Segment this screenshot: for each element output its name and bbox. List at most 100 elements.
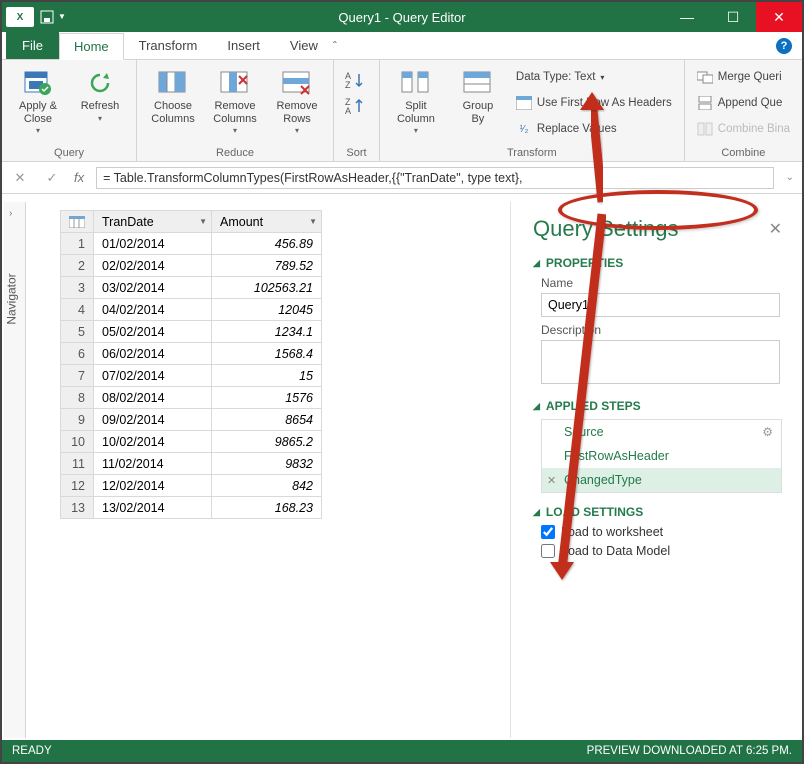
load-settings-header[interactable]: ◢ LOAD SETTINGS: [533, 505, 782, 519]
data-type-dropdown[interactable]: Data Type: Text ▾: [512, 66, 676, 88]
table-row[interactable]: 1111/02/20149832: [61, 453, 322, 475]
remove-rows-button[interactable]: Remove Rows ▾: [269, 64, 325, 145]
merge-queries-button[interactable]: Merge Queri: [693, 66, 794, 88]
cell-amount[interactable]: 15: [212, 365, 322, 387]
cell-trandate[interactable]: 08/02/2014: [94, 387, 212, 409]
choose-columns-button[interactable]: Choose Columns: [145, 64, 201, 145]
load-to-worksheet-checkbox[interactable]: Load to worksheet: [541, 525, 782, 539]
table-row[interactable]: 202/02/2014789.52: [61, 255, 322, 277]
transform-tab[interactable]: Transform: [124, 32, 213, 59]
cell-trandate[interactable]: 05/02/2014: [94, 321, 212, 343]
formula-dropdown-icon[interactable]: ⌄: [786, 172, 794, 183]
cell-trandate[interactable]: 04/02/2014: [94, 299, 212, 321]
cell-trandate[interactable]: 03/02/2014: [94, 277, 212, 299]
merge-icon: [697, 69, 713, 85]
cell-amount[interactable]: 8654: [212, 409, 322, 431]
help-icon[interactable]: ?: [776, 38, 792, 54]
cell-trandate[interactable]: 10/02/2014: [94, 431, 212, 453]
fx-icon[interactable]: fx: [74, 170, 84, 185]
table-row[interactable]: 707/02/201415: [61, 365, 322, 387]
query-name-input[interactable]: [541, 293, 780, 317]
apply-close-button[interactable]: Apply & Close ▾: [10, 64, 66, 145]
chevron-right-icon[interactable]: ›: [9, 208, 12, 219]
navigator-panel[interactable]: › Navigator: [4, 202, 26, 738]
step-firstrowasheader[interactable]: FirstRowAsHeader: [542, 444, 781, 468]
cell-amount[interactable]: 456.89: [212, 233, 322, 255]
file-tab[interactable]: File: [6, 32, 59, 59]
grid-corner[interactable]: [61, 211, 94, 233]
ribbon-group-sort: AZ ZA Sort: [334, 60, 380, 161]
cell-trandate[interactable]: 06/02/2014: [94, 343, 212, 365]
table-row[interactable]: 808/02/20141576: [61, 387, 322, 409]
close-settings-icon[interactable]: ✕: [769, 219, 782, 239]
ribbon-group-query: Apply & Close ▾ Refresh ▾ Query: [2, 60, 137, 161]
column-header-amount[interactable]: Amount ▼: [212, 211, 322, 233]
table-row[interactable]: 1212/02/2014842: [61, 475, 322, 497]
table-row[interactable]: 909/02/20148654: [61, 409, 322, 431]
view-tab[interactable]: View: [275, 32, 333, 59]
refresh-button[interactable]: Refresh ▾: [72, 64, 128, 145]
table-row[interactable]: 1313/02/2014168.23: [61, 497, 322, 519]
cell-trandate[interactable]: 07/02/2014: [94, 365, 212, 387]
properties-header[interactable]: ◢ PROPERTIES: [533, 256, 782, 270]
ribbon-tabs: File Home Transform Insert View ˆ ?: [2, 32, 802, 60]
cell-amount[interactable]: 168.23: [212, 497, 322, 519]
data-grid[interactable]: TranDate ▼ Amount ▼ 101/02/2014456.89202…: [26, 202, 510, 738]
headers-icon: [516, 95, 532, 111]
dropdown-icon: ▾: [98, 114, 102, 123]
minimize-button[interactable]: —: [664, 2, 710, 32]
step-changedtype[interactable]: ✕ ChangedType: [542, 468, 781, 492]
cell-amount[interactable]: 1576: [212, 387, 322, 409]
table-row[interactable]: 303/02/2014102563.21: [61, 277, 322, 299]
cell-amount[interactable]: 102563.21: [212, 277, 322, 299]
close-button[interactable]: ✕: [756, 2, 802, 32]
formula-input[interactable]: = Table.TransformColumnTypes(FirstRowAsH…: [96, 167, 773, 189]
replace-values-button[interactable]: ¹⁄₂ Replace Values: [512, 118, 676, 140]
table-row[interactable]: 101/02/2014456.89: [61, 233, 322, 255]
qat-dropdown-icon[interactable]: ▼: [58, 10, 72, 24]
cancel-formula-icon[interactable]: ✕: [10, 170, 30, 186]
group-by-button[interactable]: Group By: [450, 64, 506, 145]
accept-formula-icon[interactable]: ✓: [42, 170, 62, 186]
table-row[interactable]: 404/02/201412045: [61, 299, 322, 321]
load-to-data-model-checkbox[interactable]: Load to Data Model: [541, 544, 782, 558]
filter-dropdown-icon[interactable]: ▼: [199, 217, 207, 226]
insert-tab[interactable]: Insert: [212, 32, 275, 59]
applied-steps-header[interactable]: ◢ APPLIED STEPS: [533, 399, 782, 413]
first-row-headers-button[interactable]: Use First Row As Headers: [512, 92, 676, 114]
cell-trandate[interactable]: 12/02/2014: [94, 475, 212, 497]
step-source[interactable]: Source ⚙: [542, 420, 781, 444]
cell-trandate[interactable]: 09/02/2014: [94, 409, 212, 431]
cell-trandate[interactable]: 02/02/2014: [94, 255, 212, 277]
cell-amount[interactable]: 9865.2: [212, 431, 322, 453]
svg-text:A: A: [345, 106, 351, 116]
remove-columns-button[interactable]: Remove Columns ▾: [207, 64, 263, 145]
column-header-trandate[interactable]: TranDate ▼: [94, 211, 212, 233]
qat-save-icon[interactable]: [40, 10, 54, 24]
cell-amount[interactable]: 842: [212, 475, 322, 497]
gear-icon[interactable]: ⚙: [762, 425, 773, 439]
table-row[interactable]: 606/02/20141568.4: [61, 343, 322, 365]
maximize-button[interactable]: ☐: [710, 2, 756, 32]
filter-dropdown-icon[interactable]: ▼: [309, 217, 317, 226]
query-description-input[interactable]: [541, 340, 780, 384]
collapse-ribbon-icon[interactable]: ˆ: [333, 39, 337, 53]
cell-amount[interactable]: 789.52: [212, 255, 322, 277]
append-queries-button[interactable]: Append Que: [693, 92, 794, 114]
cell-amount[interactable]: 1234.1: [212, 321, 322, 343]
cell-amount[interactable]: 9832: [212, 453, 322, 475]
sort-desc-button[interactable]: ZA: [345, 96, 367, 116]
home-tab[interactable]: Home: [59, 33, 124, 60]
table-row[interactable]: 1010/02/20149865.2: [61, 431, 322, 453]
cell-amount[interactable]: 1568.4: [212, 343, 322, 365]
cell-amount[interactable]: 12045: [212, 299, 322, 321]
split-column-button[interactable]: Split Column ▾: [388, 64, 444, 145]
cell-trandate[interactable]: 01/02/2014: [94, 233, 212, 255]
table-row[interactable]: 505/02/20141234.1: [61, 321, 322, 343]
row-number: 2: [61, 255, 94, 277]
collapse-icon: ◢: [533, 401, 540, 412]
cell-trandate[interactable]: 11/02/2014: [94, 453, 212, 475]
cell-trandate[interactable]: 13/02/2014: [94, 497, 212, 519]
sort-asc-button[interactable]: AZ: [345, 70, 367, 90]
delete-step-icon[interactable]: ✕: [547, 474, 556, 487]
